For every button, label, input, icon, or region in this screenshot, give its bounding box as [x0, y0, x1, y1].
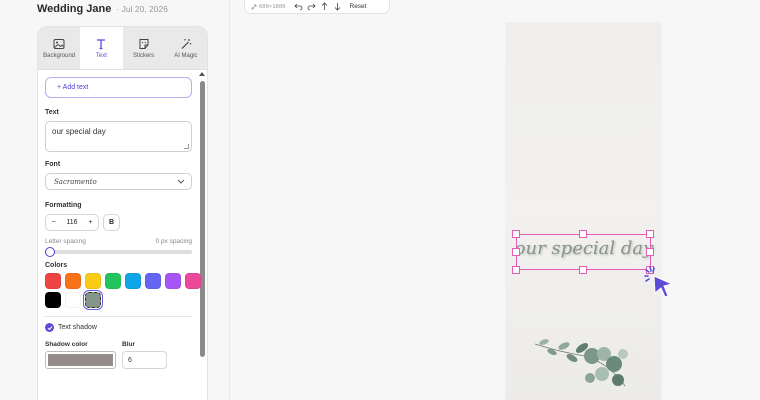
bold-button[interactable]: B — [103, 214, 120, 231]
slider-track — [45, 250, 192, 254]
text-input-value: our special day — [52, 127, 106, 136]
canvas-area — [229, 0, 760, 400]
resize-handle-top-right[interactable] — [646, 230, 654, 238]
pointer-cursor-icon — [644, 266, 674, 298]
text-input[interactable]: our special day — [45, 121, 192, 152]
move-up-icon[interactable] — [320, 2, 329, 11]
scroll-up-arrow[interactable] — [199, 72, 205, 76]
text-shadow-label: Text shadow — [58, 324, 97, 331]
color-swatch[interactable] — [165, 273, 181, 289]
tab-label: Stickers — [132, 52, 155, 59]
editor-panel: Background Text Stickers AI Magic + Add … — [37, 26, 208, 400]
font-size-stepper: − 116 + — [45, 214, 99, 231]
undo-icon[interactable] — [293, 2, 303, 11]
scrollbar-thumb[interactable] — [200, 81, 205, 357]
resize-handle-left[interactable] — [512, 248, 520, 256]
color-swatches — [45, 273, 201, 308]
project-name: Wedding Jane — [37, 3, 112, 15]
resize-handle-bottom[interactable] — [579, 266, 587, 274]
tab-label: Background — [43, 52, 76, 59]
redo-icon[interactable] — [307, 2, 316, 11]
sticker-icon — [139, 38, 149, 49]
shadow-color-group: Shadow color — [45, 341, 116, 369]
font-select[interactable]: Sacramento — [45, 173, 192, 190]
text-settings: + Add text Text our special day Font Sac… — [45, 77, 201, 369]
color-swatch[interactable] — [85, 292, 101, 308]
resize-grip-icon[interactable] — [184, 144, 189, 149]
color-swatch[interactable] — [145, 273, 161, 289]
decrease-size-button[interactable]: − — [51, 219, 55, 226]
font-select-value: Sacramento — [54, 177, 97, 186]
color-swatch[interactable] — [45, 292, 61, 308]
tab-label: Text — [95, 52, 107, 59]
slider-thumb[interactable] — [45, 247, 55, 257]
resize-handle-bottom-left[interactable] — [512, 266, 520, 274]
increase-size-button[interactable]: + — [88, 219, 92, 226]
divider — [45, 316, 192, 317]
canvas-dimensions: 600×1800 — [251, 4, 286, 10]
expand-icon — [251, 4, 257, 9]
letter-spacing-label: Letter spacing — [45, 238, 86, 245]
project-title: Wedding Jane · Jul 20, 2026 — [37, 3, 168, 15]
color-swatch[interactable] — [125, 273, 141, 289]
color-swatch[interactable] — [65, 292, 81, 308]
tab-text[interactable]: Text — [80, 27, 123, 69]
text-shadow-toggle[interactable]: Text shadow — [45, 323, 192, 332]
move-down-icon[interactable] — [333, 2, 342, 11]
resize-handle-right[interactable] — [646, 248, 654, 256]
letter-spacing-row: Letter spacing 0 px spacing — [45, 238, 192, 245]
color-swatch[interactable] — [85, 273, 101, 289]
reset-button[interactable]: Reset — [350, 3, 367, 10]
colors-label: Colors — [45, 262, 68, 269]
blur-label: Blur — [122, 341, 135, 348]
tab-ai-magic[interactable]: AI Magic — [165, 27, 207, 69]
image-icon — [53, 38, 65, 49]
shadow-color-label: Shadow color — [45, 341, 88, 348]
magic-wand-icon — [181, 38, 192, 49]
text-icon — [97, 38, 106, 49]
font-label: Font — [45, 161, 61, 168]
dimensions-text: 600×1800 — [259, 3, 286, 10]
shadow-settings: Shadow color Blur 6 — [45, 341, 192, 369]
canvas-toolbar: 600×1800 Reset — [244, 0, 390, 14]
chevron-down-icon — [177, 179, 185, 184]
font-size-value[interactable]: 116 — [66, 219, 77, 226]
formatting-label: Formatting — [45, 202, 82, 209]
color-swatch[interactable] — [185, 273, 201, 289]
add-text-button[interactable]: + Add text — [45, 77, 192, 98]
project-date: · Jul 20, 2026 — [116, 4, 168, 14]
color-swatch[interactable] — [105, 273, 121, 289]
shadow-color-picker[interactable] — [45, 351, 116, 369]
text-label: Text — [45, 109, 59, 116]
resize-handle-top-left[interactable] — [512, 230, 520, 238]
blur-group: Blur 6 — [122, 341, 167, 369]
blur-input[interactable]: 6 — [122, 351, 167, 369]
formatting-controls: − 116 + B — [45, 214, 192, 231]
color-swatch[interactable] — [65, 273, 81, 289]
tab-bar: Background Text Stickers AI Magic — [38, 27, 207, 70]
selection-box[interactable] — [516, 234, 651, 270]
tab-label: AI Magic — [174, 52, 198, 59]
letter-spacing-slider[interactable] — [45, 247, 192, 257]
letter-spacing-value: 0 px spacing — [155, 238, 193, 245]
tab-background[interactable]: Background — [38, 27, 80, 69]
color-swatch[interactable] — [45, 273, 61, 289]
checkbox-checked-icon[interactable] — [45, 323, 54, 332]
eucalyptus-sticker[interactable] — [530, 334, 630, 390]
resize-handle-top[interactable] — [579, 230, 587, 238]
tab-stickers[interactable]: Stickers — [123, 27, 165, 69]
